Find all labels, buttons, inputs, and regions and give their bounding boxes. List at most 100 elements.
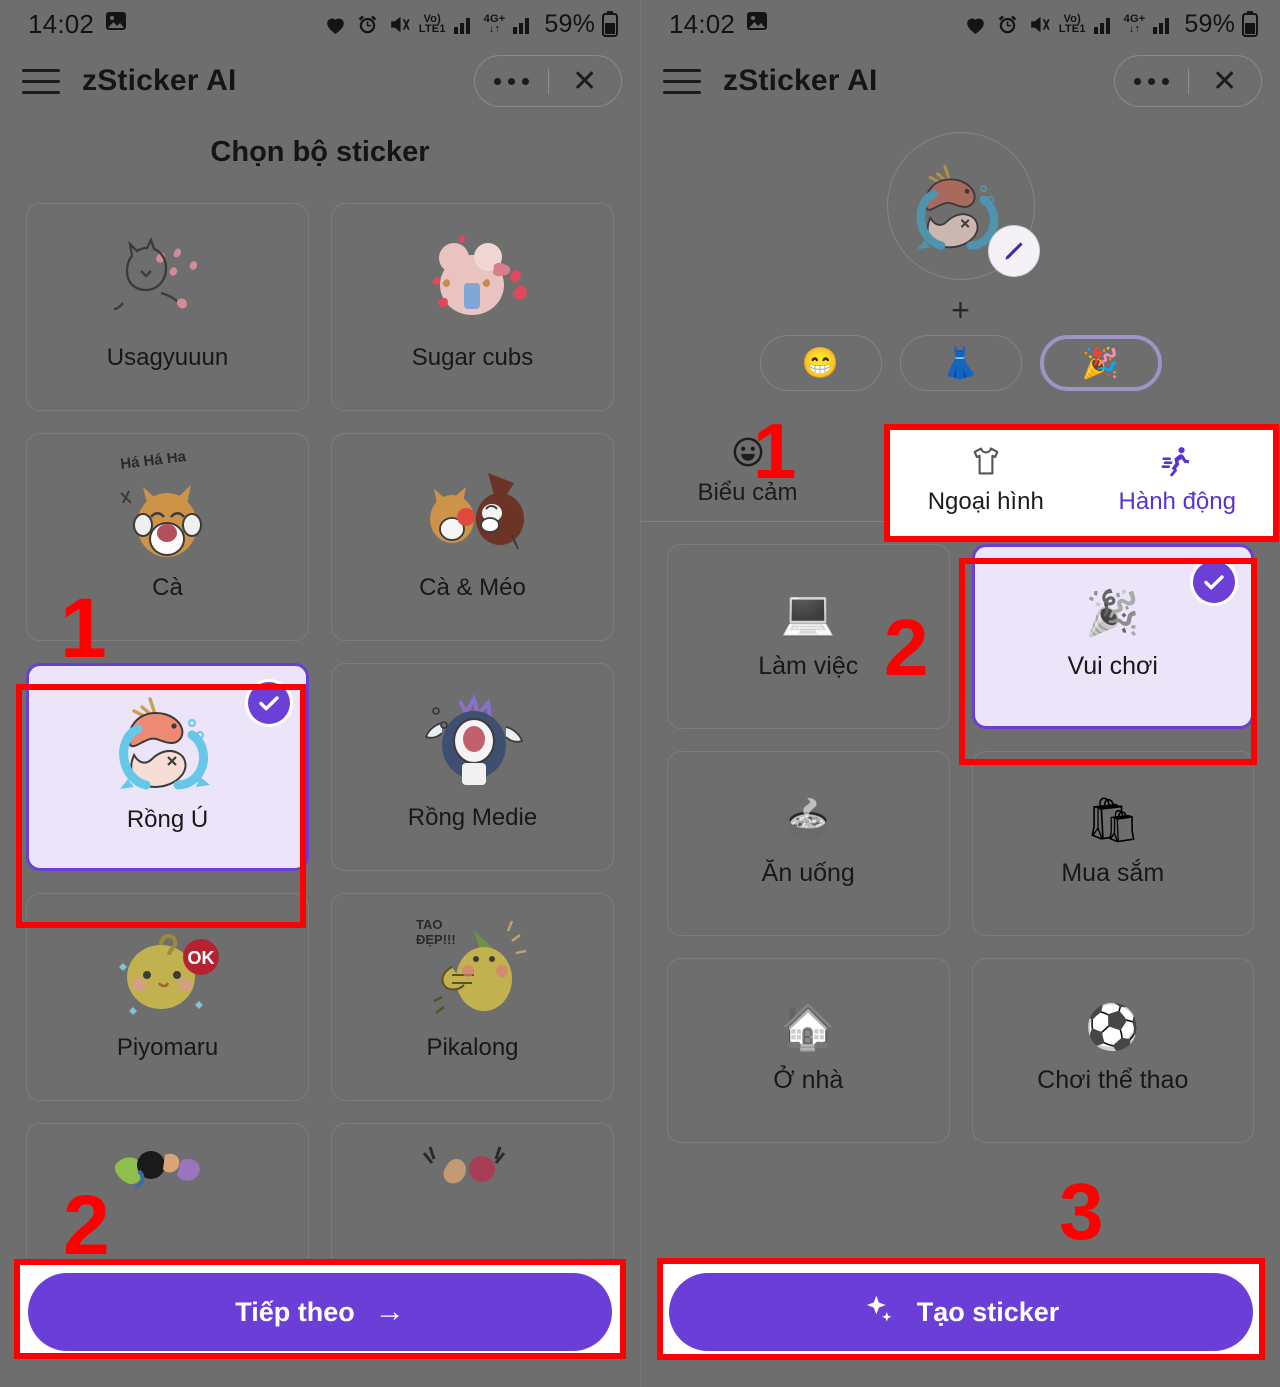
page-title: Chọn bộ sticker bbox=[210, 136, 430, 168]
grinning-face-emoji: 😁 bbox=[801, 346, 840, 380]
soccer-ball-emoji: ⚽ bbox=[1085, 1003, 1141, 1052]
sticker-set-piyomaru[interactable]: OK Piyomaru bbox=[26, 893, 309, 1101]
image-icon-right bbox=[745, 9, 769, 40]
next-button-overlay: Tiếp theo → bbox=[0, 1273, 640, 1351]
sticker-set-label: Pikalong bbox=[426, 1034, 519, 1061]
screenshot-pair: 14:02 Vo) LTE1 4G+ ↓↑ 59% zSticker AI ✕ … bbox=[0, 0, 1280, 1387]
option-label: Chơi thể thao bbox=[1037, 1066, 1189, 1094]
sticker-thumb-rong-u bbox=[100, 682, 235, 802]
sticker-thumb-rong-medie bbox=[408, 680, 538, 800]
sticker-set-label: Piyomaru bbox=[116, 1034, 219, 1061]
sticker-set-label: Rồng Ú bbox=[126, 806, 209, 833]
party-popper-emoji-option: 🎉 bbox=[1085, 589, 1141, 638]
plus-icon: + bbox=[951, 292, 970, 328]
running-person-icon-highlight bbox=[1160, 442, 1194, 480]
sticker-set-pikalong[interactable]: TAO ĐẸP!!! Pikalong bbox=[331, 893, 614, 1101]
avatar[interactable] bbox=[886, 132, 1040, 280]
more-dots-icon[interactable] bbox=[475, 77, 548, 85]
annotation-number-2-right: 2 bbox=[884, 603, 929, 692]
status-bar: 14:02 Vo) LTE1 4G+ ↓↑ 59% bbox=[0, 0, 640, 48]
left-screen: 14:02 Vo) LTE1 4G+ ↓↑ 59% zSticker AI ✕ … bbox=[0, 0, 640, 1387]
sparkles-icon-2 bbox=[863, 1292, 897, 1333]
svg-text:TAO: TAO bbox=[416, 917, 442, 932]
create-sticker-overlay: Tạo sticker bbox=[641, 1273, 1280, 1351]
pencil-icon[interactable] bbox=[987, 225, 1040, 277]
close-icon-right[interactable]: ✕ bbox=[1189, 64, 1262, 99]
close-icon[interactable]: ✕ bbox=[549, 64, 622, 99]
option-mua-sam[interactable]: 🛍 Mua sắm bbox=[971, 751, 1254, 936]
app-header-right: zSticker AI ✕ bbox=[641, 48, 1280, 114]
sticker-set-label: Usagyuuun bbox=[106, 344, 229, 371]
chip-action[interactable]: 🎉 bbox=[1039, 335, 1162, 391]
app-title-right: zSticker AI bbox=[723, 64, 878, 97]
sticker-set-label: Cà bbox=[152, 574, 183, 601]
shopping-bags-emoji: 🛍 bbox=[1084, 796, 1141, 845]
option-vui-choi[interactable]: 🎉 Vui chơi bbox=[971, 544, 1254, 729]
tab-bieu-cam[interactable]: Biểu cảm bbox=[641, 421, 854, 521]
sticker-thumb-usagyuuun bbox=[103, 220, 233, 340]
image-icon bbox=[104, 9, 128, 40]
dress-emoji: 👗 bbox=[941, 346, 980, 380]
sticker-set-label: Rồng Medie bbox=[407, 804, 538, 831]
sticker-set-usagyuuun[interactable]: Usagyuuun bbox=[26, 203, 309, 411]
avatar-area: + 😁 👗 🎉 bbox=[641, 132, 1280, 391]
hamburger-icon[interactable] bbox=[22, 68, 60, 94]
sticker-set-rong-medie[interactable]: Rồng Medie bbox=[331, 663, 614, 871]
sticker-thumb-ca-meo bbox=[408, 450, 538, 570]
sticker-thumb-piyomaru: OK bbox=[103, 910, 233, 1030]
sticker-set-sugar-cubs[interactable]: Sugar cubs bbox=[331, 203, 614, 411]
svg-text:OK: OK bbox=[187, 948, 214, 968]
app-title: zSticker AI bbox=[82, 64, 237, 97]
window-controls: ✕ bbox=[474, 55, 622, 107]
sticker-set-ca-meo[interactable]: Cà & Méo bbox=[331, 433, 614, 641]
mute-icon-right bbox=[1027, 12, 1052, 37]
arrow-right-icon-2: → bbox=[374, 1295, 405, 1328]
laptop-emoji: 💻 bbox=[780, 589, 836, 638]
mute-icon bbox=[387, 12, 412, 37]
annotation-number-3-right: 3 bbox=[1059, 1167, 1104, 1256]
option-o-nha[interactable]: 🏠 Ở nhà bbox=[667, 958, 950, 1143]
battery-icon-right bbox=[1242, 11, 1258, 37]
status-icons: Vo) LTE1 4G+ ↓↑ 59% bbox=[323, 10, 618, 39]
heart-icon-right bbox=[963, 12, 988, 37]
option-choi-the-thao[interactable]: ⚽ Chơi thể thao bbox=[971, 958, 1254, 1143]
heart-icon bbox=[323, 12, 348, 37]
tab-ngoai-hinh-highlight[interactable]: Ngoại hình bbox=[890, 430, 1082, 536]
signal-bars-icon-2 bbox=[512, 13, 536, 35]
signal-bars-icon-1-right bbox=[1093, 13, 1117, 35]
alarm-icon-right bbox=[995, 12, 1020, 37]
battery-percent: 59% bbox=[544, 9, 595, 38]
network-type-label-right: 4G+ ↓↑ bbox=[1123, 13, 1146, 35]
chip-appearance[interactable]: 👗 bbox=[899, 335, 1022, 391]
next-button-visible[interactable]: Tiếp theo → bbox=[28, 1273, 612, 1351]
volte-indicator-right: Vo) LTE1 bbox=[1058, 13, 1086, 35]
sticker-set-rong-u[interactable]: Rồng Ú bbox=[26, 663, 309, 871]
tab-hanh-dong-highlight[interactable]: Hành động bbox=[1082, 430, 1274, 536]
party-popper-emoji: 🎉 bbox=[1081, 346, 1120, 380]
chip-bar: 😁 👗 🎉 bbox=[759, 335, 1162, 391]
option-an-uong[interactable]: 🍲 Ăn uống bbox=[667, 751, 950, 936]
signal-bars-icon-1 bbox=[453, 13, 477, 35]
svg-text:Há Há Há: Há Há Há bbox=[119, 453, 187, 473]
sticker-thumb-sugar-cubs bbox=[408, 220, 538, 340]
svg-text:ĐẸP!!!: ĐẸP!!! bbox=[416, 932, 456, 947]
signal-bars-icon-2-right bbox=[1152, 13, 1176, 35]
window-controls-right: ✕ bbox=[1114, 55, 1262, 107]
annotation-number-1-left: 1 bbox=[60, 581, 107, 675]
annotation-number-2-left: 2 bbox=[63, 1178, 110, 1272]
chip-expression[interactable]: 😁 bbox=[759, 335, 882, 391]
sticker-thumb-ca: Há Há Há bbox=[103, 450, 233, 570]
next-button-label-2: Tiếp theo bbox=[235, 1296, 355, 1327]
status-bar-right: 14:02 Vo) LTE1 4G+ ↓↑ 59% bbox=[641, 0, 1280, 48]
selected-check-icon bbox=[248, 682, 290, 724]
app-header: zSticker AI ✕ bbox=[0, 48, 640, 114]
hamburger-icon-right[interactable] bbox=[663, 68, 701, 94]
option-label: Ở nhà bbox=[773, 1066, 844, 1094]
status-time: 14:02 bbox=[28, 8, 95, 39]
more-dots-icon-right[interactable] bbox=[1115, 77, 1188, 85]
tab-label-highlight-2: Hành động bbox=[1118, 488, 1236, 515]
status-time-right: 14:02 bbox=[669, 8, 736, 39]
sticker-set-label: Sugar cubs bbox=[411, 344, 534, 371]
create-sticker-button-visible[interactable]: Tạo sticker bbox=[669, 1273, 1253, 1351]
tab-highlight-content: Ngoại hình Hành động bbox=[890, 430, 1273, 536]
